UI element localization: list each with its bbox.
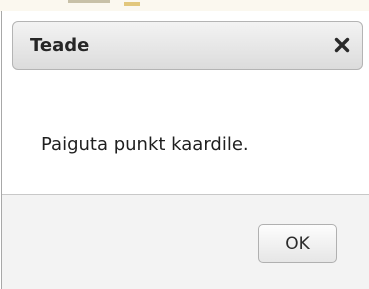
dialog-title: Teade <box>30 35 90 56</box>
close-button[interactable] <box>328 30 356 60</box>
dialog-message: Paiguta punkt kaardile. <box>41 134 249 155</box>
map-fragment <box>124 2 140 6</box>
map-fragment <box>68 0 110 3</box>
message-dialog: Teade Paiguta punkt kaardile. OK <box>1 11 369 289</box>
close-icon <box>334 37 350 53</box>
ok-button[interactable]: OK <box>258 224 337 263</box>
page: Teade Paiguta punkt kaardile. OK <box>0 0 369 289</box>
dialog-footer: OK <box>2 194 369 289</box>
dialog-titlebar: Teade <box>12 21 363 70</box>
